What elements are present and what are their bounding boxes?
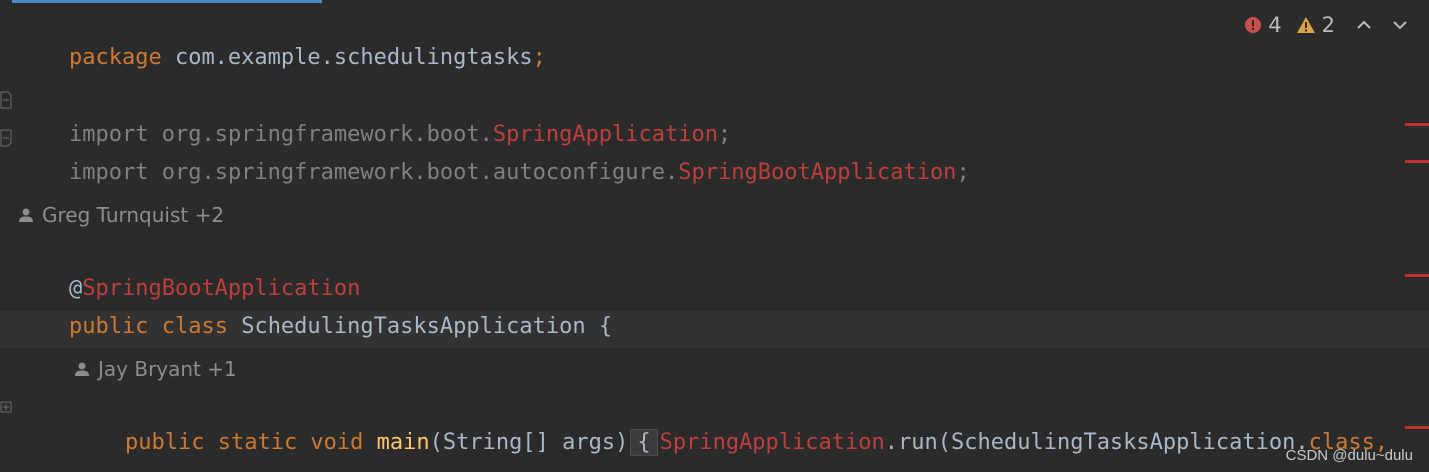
error-stripe-mark[interactable]: [1405, 426, 1429, 429]
user-icon: [19, 208, 33, 222]
chevron-down-icon: [1393, 21, 1407, 30]
keyword: package: [68, 45, 162, 70]
error-stripe-mark[interactable]: [1405, 274, 1429, 277]
method-call: .run(SchedulingTasksApplication.: [884, 430, 1309, 455]
author-names: Jay Bryant +1: [98, 357, 237, 381]
chevron-up-icon: [1357, 20, 1371, 29]
error-stripe-mark[interactable]: [1405, 160, 1429, 163]
keyword: void: [297, 430, 364, 455]
error-stripe-mark[interactable]: [1405, 123, 1429, 126]
package-name: com.example.schedulingtasks: [161, 45, 533, 70]
unresolved-class: SpringApplication: [659, 430, 885, 455]
class-name: SchedulingTasksApplication: [227, 314, 599, 339]
fold-close-icon[interactable]: [0, 128, 12, 148]
unresolved-class: SpringBootApplication: [678, 160, 957, 185]
code-line-import-springbootapplication[interactable]: import org.springframework.boot.autoconf…: [16, 119, 970, 185]
warning-icon: [1296, 17, 1315, 33]
import-path: org.springframework.boot.autoconfigure.: [148, 160, 679, 185]
fold-open-icon[interactable]: [0, 90, 12, 110]
folded-brace[interactable]: {: [630, 429, 658, 456]
error-count-group[interactable]: 4: [1244, 13, 1282, 37]
keyword: import: [68, 160, 149, 185]
code-line-main-method[interactable]: public static void main(String[] args){S…: [72, 389, 1388, 456]
warning-count-group[interactable]: 2: [1296, 13, 1335, 37]
code-line-package[interactable]: package com.example.schedulingtasks;: [16, 4, 546, 70]
method-params: (String[] args): [429, 430, 629, 455]
watermark-text: CSDN @dulu~dulu: [1285, 447, 1413, 464]
open-brace: {: [598, 314, 613, 339]
inspections-widget[interactable]: 4 2: [1244, 10, 1415, 40]
code-line-annotation[interactable]: @SpringBootApplication: [16, 235, 360, 301]
warning-count: 2: [1321, 13, 1335, 37]
error-icon: [1245, 17, 1262, 33]
error-count: 4: [1268, 13, 1282, 37]
user-icon: [75, 362, 89, 376]
code-vision-author-hint[interactable]: Greg Turnquist +2: [18, 200, 224, 230]
keyword: public: [68, 314, 149, 339]
code-line-import-springapplication[interactable]: import org.springframework.boot.SpringAp…: [16, 81, 731, 147]
previous-problem-button[interactable]: [1349, 10, 1379, 40]
semicolon: ;: [956, 160, 970, 185]
next-problem-button[interactable]: [1385, 10, 1415, 40]
active-tab-indicator: [0, 0, 322, 3]
code-vision-author-hint[interactable]: Jay Bryant +1: [74, 354, 237, 384]
code-line-class-declaration[interactable]: public class SchedulingTasksApplication …: [16, 273, 612, 339]
keyword: public: [124, 430, 205, 455]
fold-expand-icon[interactable]: [0, 398, 12, 418]
semicolon: ;: [532, 45, 546, 70]
keyword: static: [204, 430, 298, 455]
method-name: main: [363, 430, 430, 455]
keyword: class: [148, 314, 228, 339]
code-editor[interactable]: package com.example.schedulingtasks; imp…: [0, 0, 1429, 472]
author-names: Greg Turnquist +2: [42, 203, 225, 227]
